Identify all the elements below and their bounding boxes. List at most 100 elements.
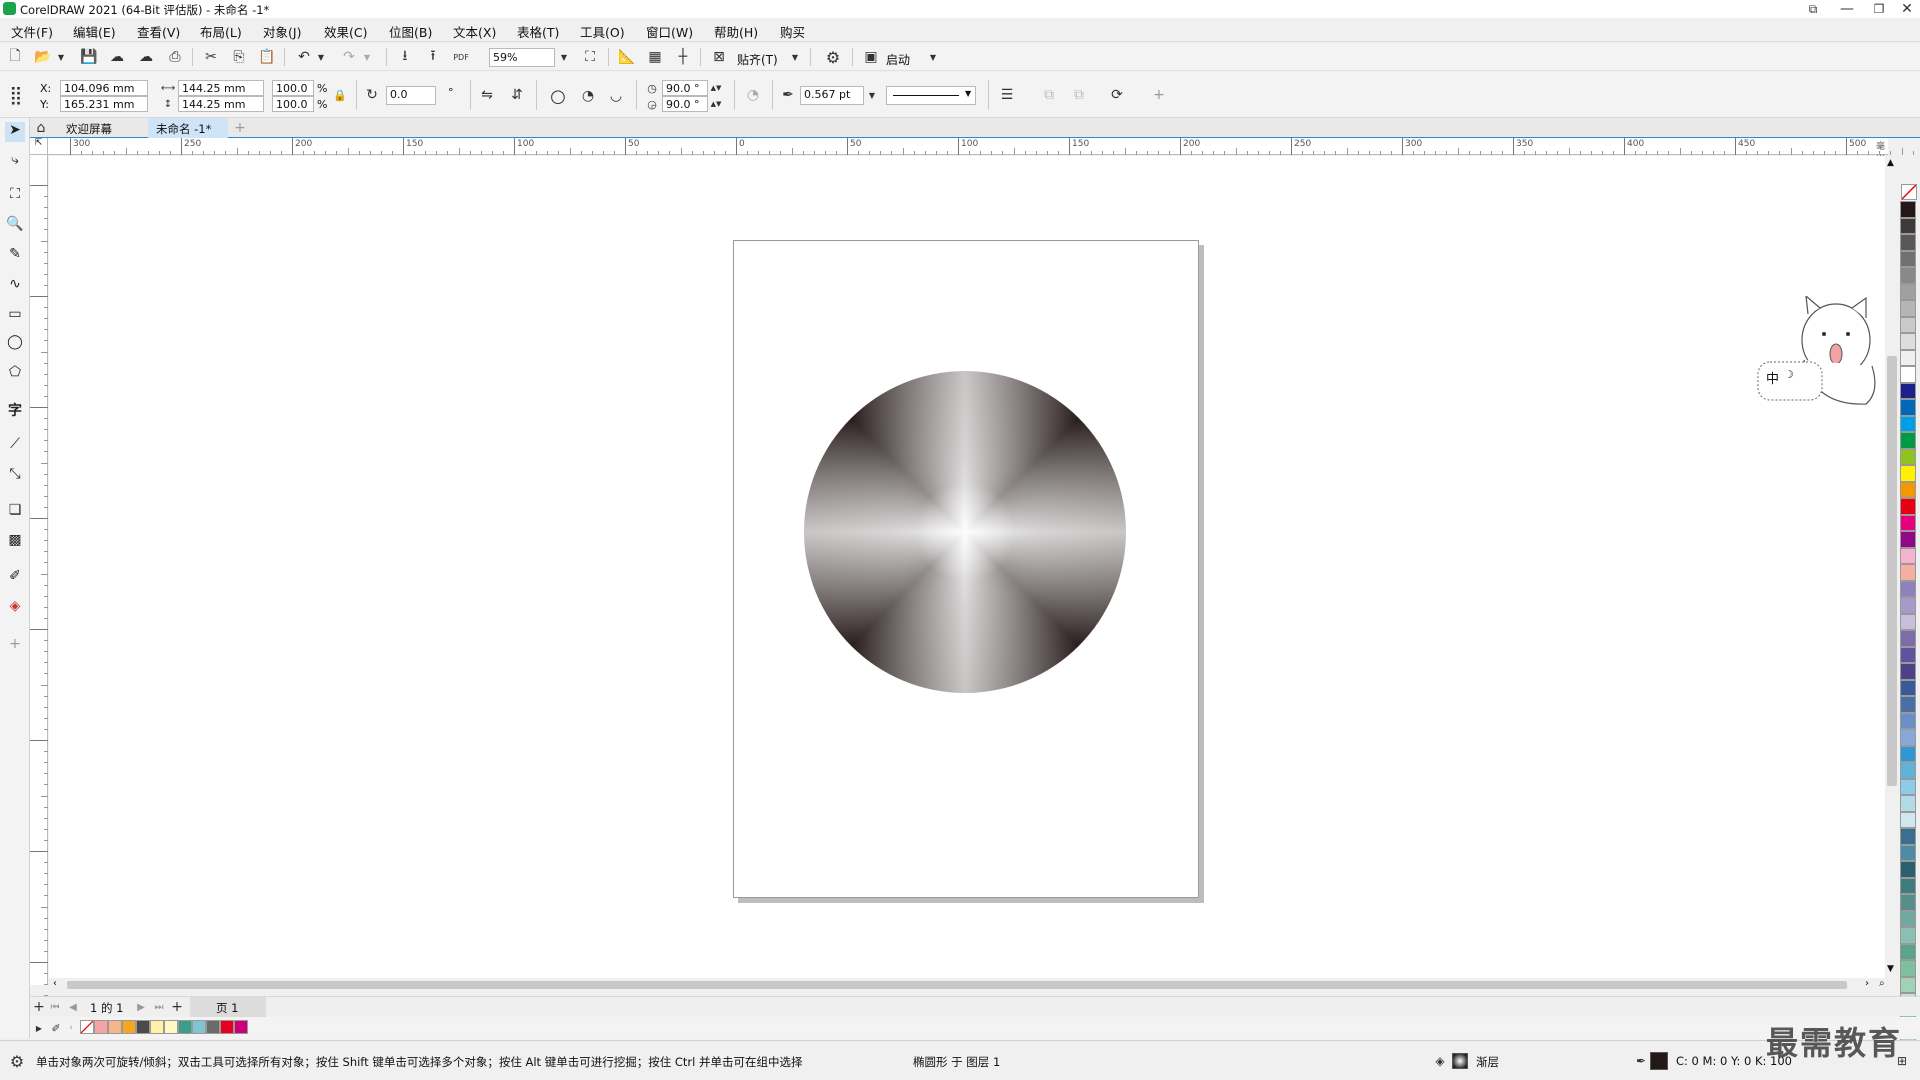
add-tool-icon[interactable]: + [5, 636, 25, 656]
freehand-tool-icon[interactable]: ✎ [5, 246, 25, 266]
eyedropper-palette-icon[interactable]: ✐ [48, 1020, 64, 1036]
color-swatch[interactable] [1900, 712, 1916, 729]
launch-dropdown-icon[interactable]: ▼ [928, 48, 938, 66]
color-swatch[interactable] [1900, 910, 1916, 927]
color-swatch[interactable] [1900, 976, 1916, 993]
parallel-dimension-icon[interactable]: ⟋ [5, 436, 25, 456]
gradient-ellipse[interactable] [804, 371, 1126, 693]
launch-icon[interactable]: ▣ [862, 48, 880, 66]
undo-dropdown-icon[interactable]: ▼ [316, 48, 326, 66]
end-angle-stepper-icon[interactable]: ▲▼ [710, 96, 722, 112]
menu-view[interactable]: 查看(V) [137, 22, 180, 41]
paste-icon[interactable]: 📋 [258, 48, 276, 66]
snap-dropdown-icon[interactable]: ▼ [790, 48, 800, 66]
color-swatch[interactable] [1900, 415, 1916, 432]
open-dropdown-icon[interactable]: ▼ [56, 48, 66, 66]
feedback-icon[interactable]: ⧉ [1800, 0, 1826, 18]
no-color-swatch[interactable] [1901, 184, 1917, 200]
show-grid-icon[interactable]: ▦ [646, 48, 664, 66]
save-icon[interactable]: 💾 [80, 48, 98, 66]
color-swatch[interactable] [1900, 234, 1916, 251]
scroll-right-arrow-icon[interactable]: › [1865, 978, 1869, 989]
scale-height-field[interactable]: 100.0 [272, 96, 314, 112]
color-swatch[interactable] [1900, 399, 1916, 416]
menu-layout[interactable]: 布局(L) [200, 22, 242, 41]
doc-no-color-swatch[interactable] [80, 1020, 94, 1034]
color-swatch[interactable] [1900, 448, 1916, 465]
start-angle-field[interactable]: 90.0 ° [662, 80, 708, 96]
menu-text[interactable]: 文本(X) [453, 22, 496, 41]
palette-menu-arrow-icon[interactable]: ▶ [34, 1020, 44, 1036]
zoom-field[interactable]: 59% [489, 48, 555, 67]
color-swatch[interactable] [1900, 943, 1916, 960]
line-style-select[interactable]: ▼ [886, 86, 976, 105]
crop-tool-icon[interactable]: ⛶ [5, 186, 25, 206]
color-swatch[interactable] [1900, 514, 1916, 531]
launch-button[interactable]: 启动 [886, 51, 910, 68]
export-icon[interactable]: ⭱ [424, 48, 442, 66]
menu-table[interactable]: 表格(T) [517, 22, 559, 41]
menu-object[interactable]: 对象(J) [263, 22, 301, 41]
color-swatch[interactable] [1900, 564, 1916, 581]
color-swatch[interactable] [1900, 795, 1916, 812]
redo-icon[interactable]: ↷ [340, 48, 358, 66]
next-page-icon[interactable]: ▶ [134, 998, 148, 1016]
new-document-icon[interactable]: 🗋 [6, 48, 24, 66]
interactive-fill-icon[interactable]: ◈ [5, 598, 25, 618]
add-page-after-icon[interactable]: + [170, 998, 184, 1016]
wrap-text-icon[interactable]: ☰ [998, 86, 1016, 104]
color-swatch[interactable] [1900, 778, 1916, 795]
color-swatch[interactable] [1900, 597, 1916, 614]
menu-file[interactable]: 文件(F) [11, 22, 53, 41]
fill-bucket-icon[interactable]: ◈ [1432, 1053, 1448, 1069]
pdf-icon[interactable]: PDF [452, 48, 470, 66]
y-position-field[interactable]: 165.231 mm [60, 96, 148, 112]
cut-icon[interactable]: ✂ [202, 48, 220, 66]
color-swatch[interactable] [1900, 679, 1916, 696]
color-swatch[interactable] [1900, 432, 1916, 449]
print-icon[interactable]: ⎙ [166, 48, 184, 66]
line-style-dropdown-icon[interactable]: ▼ [965, 89, 971, 98]
color-swatch[interactable] [1900, 630, 1916, 647]
menu-help[interactable]: 帮助(H) [714, 22, 758, 41]
height-field[interactable]: 144.25 mm [178, 96, 264, 112]
zoom-navigator-icon[interactable]: ⌕ [1879, 978, 1885, 989]
redo-dropdown-icon[interactable]: ▼ [362, 48, 372, 66]
text-tool-icon[interactable]: 字 [5, 400, 25, 420]
outline-pen-status-icon[interactable]: ✒ [1634, 1053, 1648, 1069]
scroll-up-arrow-icon[interactable]: ▲ [1887, 158, 1894, 168]
color-swatch[interactable] [1900, 580, 1916, 597]
color-swatch[interactable] [1900, 300, 1916, 317]
artistic-media-icon[interactable]: ∿ [5, 276, 25, 296]
palette-scroll-left-icon[interactable]: ‹ [66, 1020, 76, 1036]
show-rulers-icon[interactable]: 📐 [618, 48, 636, 66]
add-page-before-icon[interactable]: + [32, 998, 46, 1016]
drop-shadow-icon[interactable]: ❏ [5, 502, 25, 522]
object-origin-icon[interactable]: ⣿ [4, 82, 28, 108]
color-swatch[interactable] [1900, 316, 1916, 333]
x-position-field[interactable]: 104.096 mm [60, 80, 148, 96]
tab-welcome[interactable]: 欢迎屏幕 [56, 118, 148, 137]
rectangle-tool-icon[interactable]: ▭ [5, 306, 25, 326]
doc-color-swatch[interactable] [220, 1020, 234, 1034]
color-swatch[interactable] [1900, 547, 1916, 564]
arc-icon[interactable]: ◡ [606, 86, 626, 106]
cloud-download-icon[interactable]: ☁ [108, 48, 126, 66]
fill-swatch[interactable] [1452, 1053, 1468, 1069]
menu-window[interactable]: 窗口(W) [646, 22, 693, 41]
ruler-origin[interactable]: ⇱ [30, 138, 48, 155]
color-swatch[interactable] [1900, 894, 1916, 911]
scale-width-field[interactable]: 100.0 [272, 80, 314, 96]
horizontal-scrollbar[interactable]: ‹ › ⌕ [49, 978, 1887, 992]
to-front-icon[interactable]: ⧉ [1040, 86, 1058, 104]
change-direction-icon[interactable]: ◔ [744, 86, 762, 104]
end-angle-field[interactable]: 90.0 ° [662, 96, 708, 112]
color-swatch[interactable] [1900, 861, 1916, 878]
width-field[interactable]: 144.25 mm [178, 80, 264, 96]
snap-to-button[interactable]: 贴齐(T) [737, 51, 778, 68]
color-swatch[interactable] [1900, 267, 1916, 284]
ellipse-icon[interactable]: ○ [548, 86, 568, 107]
document-palette-swatches[interactable] [94, 1020, 248, 1034]
vertical-scrollbar[interactable]: ▲ ▼ [1885, 156, 1899, 978]
page-tab-1[interactable]: 页 1 [190, 997, 266, 1017]
